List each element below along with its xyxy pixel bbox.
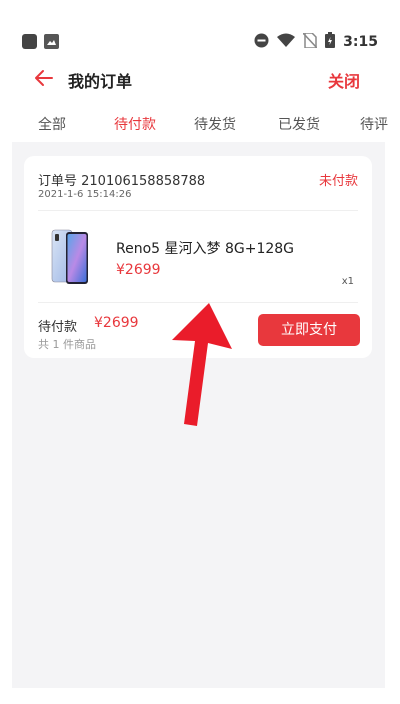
amount-due-value: ¥2699	[94, 315, 139, 331]
pay-now-button[interactable]: 立即支付	[258, 314, 360, 346]
item-count: 共 1 件商品	[38, 338, 96, 351]
gallery-icon	[44, 34, 59, 49]
order-card[interactable]: 订单号 210106158858788 2021-1-6 15:14:26 未付…	[24, 156, 372, 358]
divider	[38, 302, 358, 303]
back-arrow-icon[interactable]	[32, 66, 56, 90]
tab-pending-payment[interactable]: 待付款	[114, 114, 156, 134]
amount-due-label: 待付款	[38, 320, 78, 335]
status-bar	[0, 0, 400, 34]
product-name: Reno5 星河入梦 8G+128G	[116, 241, 295, 257]
no-sim-icon	[302, 31, 318, 52]
order-date: 2021-1-6 15:14:26	[38, 189, 132, 200]
app-header: 我的订单 关闭	[0, 60, 400, 98]
status-icons: 3:15	[254, 31, 378, 52]
order-number: 订单号 210106158858788	[38, 174, 206, 189]
product-phone-image	[50, 228, 90, 286]
app-icon	[22, 34, 37, 49]
order-list: 订单号 210106158858788 2021-1-6 15:14:26 未付…	[12, 142, 385, 688]
tab-shipped[interactable]: 已发货	[278, 114, 320, 134]
divider	[38, 210, 358, 211]
battery-icon	[325, 32, 336, 52]
page-title: 我的订单	[68, 72, 133, 91]
product-quantity: x1	[341, 276, 354, 287]
product-price: ¥2699	[116, 262, 161, 278]
tab-all[interactable]: 全部	[38, 114, 66, 134]
order-status-badge: 未付款	[318, 174, 358, 189]
close-button[interactable]: 关闭	[328, 68, 360, 92]
wifi-icon	[277, 33, 296, 52]
dnd-icon	[254, 33, 269, 52]
tab-pending-review[interactable]: 待评	[360, 114, 388, 134]
status-time: 3:15	[343, 34, 378, 50]
tab-pending-shipment[interactable]: 待发货	[194, 114, 236, 134]
